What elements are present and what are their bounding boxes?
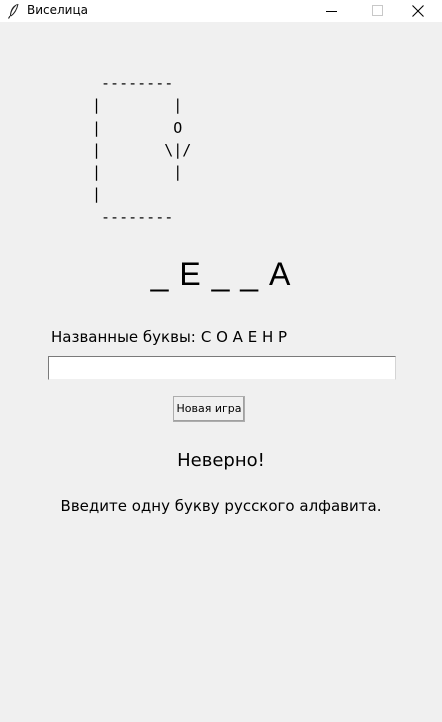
letter-input[interactable] bbox=[48, 356, 396, 380]
maximize-icon bbox=[372, 5, 383, 16]
hint-message: Введите одну букву русского алфавита. bbox=[60, 497, 382, 515]
new-game-button[interactable]: Новая игра bbox=[173, 396, 245, 422]
window-title: Виселица bbox=[27, 3, 89, 17]
close-button[interactable] bbox=[396, 0, 442, 22]
minimize-icon bbox=[326, 11, 337, 12]
guessed-letters-value: С О А Е Н Р bbox=[200, 328, 288, 346]
word-display: _ Е _ _ А bbox=[150, 256, 292, 292]
feather-icon bbox=[7, 3, 21, 19]
guessed-letters: Названные буквы: С О А Е Н Р bbox=[51, 328, 287, 346]
minimize-button[interactable] bbox=[310, 0, 356, 22]
close-icon bbox=[412, 5, 424, 17]
result-message: Неверно! bbox=[177, 450, 265, 471]
guessed-letters-label: Названные буквы: bbox=[51, 328, 196, 346]
hangman-drawing: -------- | | | O | \|/ | | | -------- bbox=[92, 74, 192, 226]
title-bar: Виселица bbox=[0, 0, 442, 22]
